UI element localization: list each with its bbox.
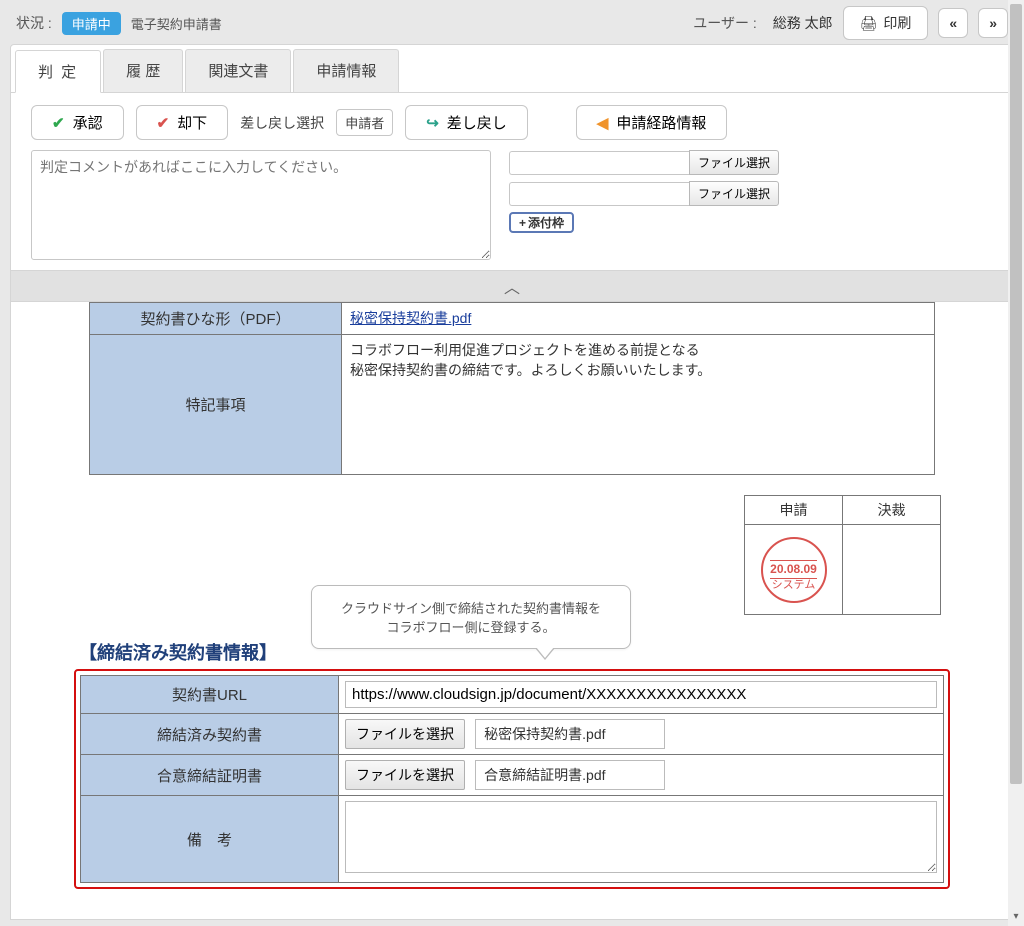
special-notes-value: コラボフロー利用促進プロジェクトを進める前提となる 秘密保持契約書の締結です。よ… [342,335,935,475]
contract-url-label: 契約書URL [81,676,339,714]
print-button[interactable]: 🖨 印刷 [843,6,929,40]
return-target-chip[interactable]: 申請者 [336,109,393,136]
approve-label: 承認 [73,112,103,133]
print-label: 印刷 [883,13,911,33]
add-attach-label: 添付枠 [528,214,564,231]
stamp-decide-header: 決裁 [843,496,941,525]
template-pdf-link[interactable]: 秘密保持契約書.pdf [350,310,471,326]
approval-stamp-table: 申請 決裁 20.08.09 システム [744,495,941,615]
special-notes-label: 特記事項 [90,335,342,475]
application-detail-table: 契約書ひな形（PDF） 秘密保持契約書.pdf 特記事項 コラボフロー利用促進プ… [89,302,935,475]
stamp-name: システム [772,579,816,593]
tab-history[interactable]: 履 歴 [103,49,183,92]
attachment-row-2: ファイル選択 [509,181,779,206]
concluded-contract-frame: 契約書URL 締結済み契約書 ファイルを選択 秘密保持契約書.pdf 合意締結証… [74,669,950,889]
header-bar: 状況 : 申請中 電子契約申請書 ユーザー : 総務 太郎 🖨 印刷 « » [0,0,1024,44]
table-row: 備 考 [81,796,944,883]
user-name: 総務 太郎 [773,13,833,33]
plus-icon: + [519,216,526,230]
status-label: 状況 : [16,13,52,33]
table-row: 特記事項 コラボフロー利用促進プロジェクトを進める前提となる 秘密保持契約書の締… [90,335,935,475]
chevron-up-icon: ︿ [504,280,520,297]
callout-line-1: クラウドサイン側で締結された契約書情報を [326,598,616,617]
reject-button[interactable]: ✔ 却下 [136,105,229,140]
stamp-apply-header: 申請 [745,496,843,525]
callout-line-2: コラボフロー側に登録する。 [326,617,616,636]
reject-label: 却下 [177,112,207,133]
check-red-icon: ✔ [157,114,170,132]
table-row: 締結済み契約書 ファイルを選択 秘密保持契約書.pdf [81,714,944,755]
next-button[interactable]: » [978,8,1008,38]
contract-url-input[interactable] [345,681,937,708]
signed-contract-file-button[interactable]: ファイルを選択 [345,719,465,749]
agreement-cert-file-name: 合意締結証明書.pdf [475,760,665,790]
signed-contract-label: 締結済み契約書 [81,714,339,755]
approve-button[interactable]: ✔ 承認 [31,105,124,140]
document-body-scroll[interactable]: 契約書ひな形（PDF） 秘密保持契約書.pdf 特記事項 コラボフロー利用促進プ… [10,302,1014,920]
document-type: 電子契約申請書 [131,14,222,33]
scrollbar-thumb[interactable] [1010,4,1022,784]
table-row: 契約書ひな形（PDF） 秘密保持契約書.pdf [90,303,935,335]
return-button[interactable]: ↪ 差し戻し [405,105,528,140]
stamp-decide-cell [843,525,941,615]
tab-related-docs[interactable]: 関連文書 [185,49,291,92]
attachment-column: ファイル選択 ファイル選択 +添付枠 [509,150,779,260]
hanko-stamp: 20.08.09 システム [761,537,827,603]
attachment-name-2 [509,182,689,206]
check-icon: ✔ [52,114,65,132]
template-pdf-label: 契約書ひな形（PDF） [90,303,342,335]
concluded-contract-table: 契約書URL 締結済み契約書 ファイルを選択 秘密保持契約書.pdf 合意締結証… [80,675,944,883]
route-icon: ◀ [597,114,609,132]
file-select-button-2[interactable]: ファイル選択 [689,181,779,206]
user-label: ユーザー : [693,13,757,33]
judgement-comment-input[interactable] [31,150,491,260]
route-info-button[interactable]: ◀ 申請経路情報 [576,105,728,140]
route-info-label: 申請経路情報 [616,112,706,133]
return-select-label: 差し戻し選択 [240,113,324,133]
add-attachment-slot-button[interactable]: +添付枠 [509,212,574,233]
remarks-label: 備 考 [81,796,339,883]
printer-icon: 🖨 [860,15,878,32]
outer-scrollbar[interactable]: ▾ [1008,0,1024,926]
tab-judge[interactable]: 判 定 [15,50,101,93]
tab-bar: 判 定 履 歴 関連文書 申請情報 [11,45,1013,93]
stamp-apply-cell: 20.08.09 システム [745,525,843,615]
scroll-down-button[interactable]: ▾ [1008,910,1024,926]
agreement-cert-file-button[interactable]: ファイルを選択 [345,760,465,790]
signed-contract-file-name: 秘密保持契約書.pdf [475,719,665,749]
notes-line-1: コラボフロー利用促進プロジェクトを進める前提となる [350,340,926,360]
stamp-date: 20.08.09 [770,560,817,579]
prev-button[interactable]: « [938,8,968,38]
return-button-label: 差し戻し [447,112,507,133]
table-row: 合意締結証明書 ファイルを選択 合意締結証明書.pdf [81,755,944,796]
file-select-button-1[interactable]: ファイル選択 [689,150,779,175]
attachment-name-1 [509,151,689,175]
notes-line-2: 秘密保持契約書の締結です。よろしくお願いいたします。 [350,360,926,380]
tooltip-callout: クラウドサイン側で締結された契約書情報を コラボフロー側に登録する。 [311,585,631,649]
table-row: 契約書URL [81,676,944,714]
attachment-row-1: ファイル選択 [509,150,779,175]
action-row: ✔ 承認 ✔ 却下 差し戻し選択 申請者 ↪ 差し戻し ◀ 申請経路情報 [11,93,1013,146]
tab-app-info[interactable]: 申請情報 [293,49,399,92]
agreement-cert-label: 合意締結証明書 [81,755,339,796]
panel-collapse-toggle[interactable]: ︿ [10,271,1014,302]
remarks-textarea[interactable] [345,801,937,873]
judgement-panel: 判 定 履 歴 関連文書 申請情報 ✔ 承認 ✔ 却下 差し戻し選択 申請者 ↪… [10,44,1014,271]
status-badge: 申請中 [62,12,121,35]
return-icon: ↪ [426,114,439,132]
